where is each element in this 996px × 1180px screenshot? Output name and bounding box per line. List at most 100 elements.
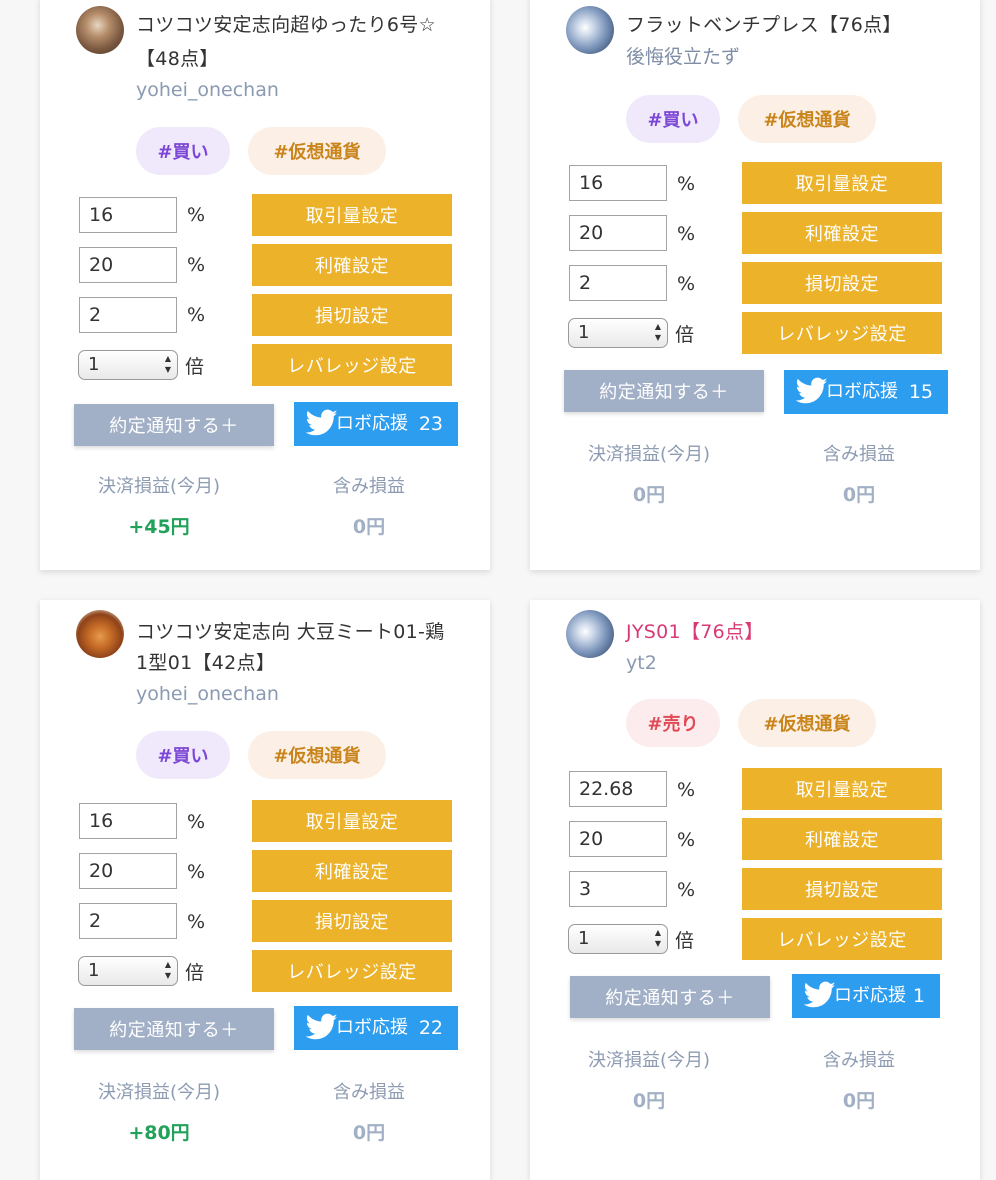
percent-unit: % <box>187 911 206 933</box>
tag-buy[interactable]: #買い <box>136 731 230 779</box>
support-label: ロボ応援 <box>826 381 898 402</box>
author-name[interactable]: yohei_onechan <box>136 679 436 710</box>
stepper-arrows-icon[interactable]: ▲ ▼ <box>655 321 661 343</box>
support-count: 23 <box>418 413 443 435</box>
stop-loss-input[interactable] <box>79 903 177 939</box>
robot-title[interactable]: フラットベンチプレス【76点】 <box>626 10 966 41</box>
percent-unit: % <box>677 273 696 295</box>
take-profit-input[interactable] <box>569 215 667 251</box>
food-avatar-icon[interactable] <box>76 6 124 54</box>
leverage-value: 1 <box>88 960 100 981</box>
stepper-arrows-icon[interactable]: ▲ ▼ <box>165 353 171 375</box>
take-profit-button[interactable]: 利確設定 <box>742 212 942 254</box>
author-name[interactable]: 後悔役立たず <box>626 42 926 73</box>
tag-crypto[interactable]: #仮想通貨 <box>248 127 386 175</box>
leverage-stepper[interactable]: 1 ▲ ▼ <box>568 924 668 954</box>
trade-volume-button[interactable]: 取引量設定 <box>742 768 942 810</box>
robot-avatar-icon[interactable] <box>566 610 614 658</box>
trade-volume-input[interactable] <box>79 197 177 233</box>
robot-avatar-icon[interactable] <box>566 6 614 54</box>
support-count: 22 <box>418 1017 443 1039</box>
percent-unit: % <box>187 254 206 276</box>
support-count: 15 <box>908 381 933 403</box>
stop-loss-button[interactable]: 損切設定 <box>742 262 942 304</box>
trade-volume-input[interactable] <box>569 771 667 807</box>
leverage-value: 1 <box>578 322 590 343</box>
leverage-stepper[interactable]: 1 ▲ ▼ <box>78 350 178 380</box>
robot-card: コツコツ安定志向 大豆ミート01-鶏 1型01【42点】 yohei_onech… <box>40 600 490 1180</box>
take-profit-button[interactable]: 利確設定 <box>742 818 942 860</box>
robot-title[interactable]: コツコツ安定志向 大豆ミート01-鶏 <box>136 617 486 648</box>
stop-loss-button[interactable]: 損切設定 <box>252 294 452 336</box>
leverage-button[interactable]: レバレッジ設定 <box>252 950 452 992</box>
trade-volume-input[interactable] <box>569 165 667 201</box>
robot-title-score[interactable]: 1型01【42点】 <box>136 648 476 679</box>
fried-chicken-avatar-icon[interactable] <box>76 610 124 658</box>
twitter-support-button[interactable]: ロボ応援 15 <box>784 370 948 414</box>
twitter-bird-icon <box>306 1013 338 1041</box>
trade-volume-button[interactable]: 取引量設定 <box>742 162 942 204</box>
trade-volume-button[interactable]: 取引量設定 <box>252 194 452 236</box>
support-label: ロボ応援 <box>336 413 408 434</box>
unrealized-pl-label: 含み損益 <box>333 476 405 497</box>
tag-crypto[interactable]: #仮想通貨 <box>248 731 386 779</box>
tag-buy[interactable]: #買い <box>626 95 720 143</box>
robot-card: フラットベンチプレス【76点】 後悔役立たず #買い #仮想通貨 % 取引量設定… <box>530 0 980 570</box>
unrealized-pl-value: 0円 <box>842 484 876 506</box>
percent-unit: % <box>677 173 696 195</box>
take-profit-input[interactable] <box>569 821 667 857</box>
support-label: ロボ応援 <box>336 1017 408 1038</box>
notify-button[interactable]: 約定通知する＋ <box>564 370 764 412</box>
leverage-value: 1 <box>88 354 100 375</box>
twitter-bird-icon <box>796 377 828 405</box>
times-unit: 倍 <box>675 930 695 952</box>
tag-crypto[interactable]: #仮想通貨 <box>738 699 876 747</box>
monthly-pl-label: 決済損益(今月) <box>587 444 711 465</box>
stop-loss-button[interactable]: 損切設定 <box>252 900 452 942</box>
stepper-arrows-icon[interactable]: ▲ ▼ <box>165 959 171 981</box>
tag-crypto[interactable]: #仮想通貨 <box>738 95 876 143</box>
times-unit: 倍 <box>185 356 205 378</box>
take-profit-button[interactable]: 利確設定 <box>252 244 452 286</box>
percent-unit: % <box>187 304 206 326</box>
twitter-support-button[interactable]: ロボ応援 23 <box>294 402 458 446</box>
twitter-bird-icon <box>804 981 836 1009</box>
unrealized-pl-label: 含み損益 <box>823 444 895 465</box>
support-label: ロボ応援 <box>834 985 906 1006</box>
leverage-button[interactable]: レバレッジ設定 <box>742 312 942 354</box>
stop-loss-input[interactable] <box>79 297 177 333</box>
percent-unit: % <box>677 879 696 901</box>
take-profit-input[interactable] <box>79 853 177 889</box>
take-profit-button[interactable]: 利確設定 <box>252 850 452 892</box>
robot-title[interactable]: コツコツ安定志向超ゆったり6号☆ <box>136 10 476 41</box>
twitter-support-button[interactable]: ロボ応援 22 <box>294 1006 458 1050</box>
monthly-pl-value: 0円 <box>632 1090 666 1112</box>
tag-sell[interactable]: #売り <box>626 699 720 747</box>
percent-unit: % <box>187 861 206 883</box>
stop-loss-input[interactable] <box>569 265 667 301</box>
notify-button[interactable]: 約定通知する＋ <box>74 1008 274 1050</box>
monthly-pl-value: 0円 <box>632 484 666 506</box>
unrealized-pl-label: 含み損益 <box>333 1082 405 1103</box>
twitter-support-button[interactable]: ロボ応援 1 <box>792 974 940 1018</box>
author-name[interactable]: yohei_onechan <box>136 75 436 106</box>
leverage-stepper[interactable]: 1 ▲ ▼ <box>568 318 668 348</box>
take-profit-input[interactable] <box>79 247 177 283</box>
leverage-button[interactable]: レバレッジ設定 <box>252 344 452 386</box>
robot-title-score[interactable]: 【48点】 <box>136 44 476 75</box>
trade-volume-input[interactable] <box>79 803 177 839</box>
stepper-arrows-icon[interactable]: ▲ ▼ <box>655 927 661 949</box>
unrealized-pl-value: 0円 <box>352 516 386 538</box>
robot-card: コツコツ安定志向超ゆったり6号☆ 【48点】 yohei_onechan #買い… <box>40 0 490 570</box>
leverage-stepper[interactable]: 1 ▲ ▼ <box>78 956 178 986</box>
leverage-button[interactable]: レバレッジ設定 <box>742 918 942 960</box>
trade-volume-button[interactable]: 取引量設定 <box>252 800 452 842</box>
stop-loss-input[interactable] <box>569 871 667 907</box>
author-name[interactable]: yt2 <box>626 648 926 679</box>
robot-title[interactable]: JYS01【76点】 <box>626 617 966 648</box>
tag-buy[interactable]: #買い <box>136 127 230 175</box>
monthly-pl-label: 決済損益(今月) <box>587 1050 711 1071</box>
notify-button[interactable]: 約定通知する＋ <box>74 404 274 446</box>
notify-button[interactable]: 約定通知する＋ <box>570 976 770 1018</box>
stop-loss-button[interactable]: 損切設定 <box>742 868 942 910</box>
